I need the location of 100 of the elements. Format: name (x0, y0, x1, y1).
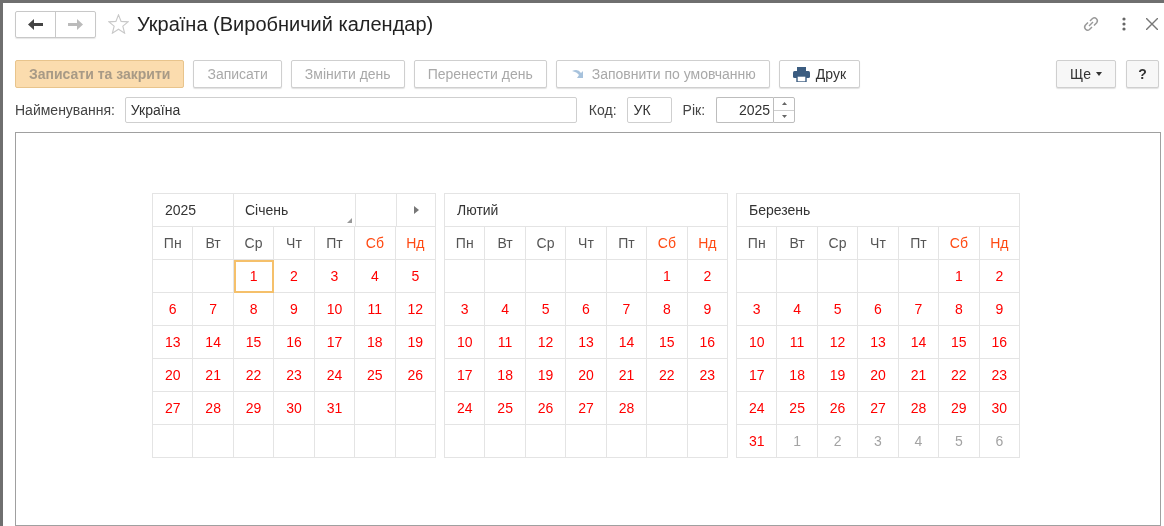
day-cell[interactable]: 13 (566, 326, 607, 359)
day-cell[interactable]: 22 (233, 359, 275, 392)
day-cell[interactable]: 4 (898, 425, 940, 458)
day-cell[interactable]: 28 (606, 392, 648, 425)
day-cell[interactable]: 17 (445, 359, 486, 392)
day-cell[interactable]: 8 (939, 293, 980, 326)
year-field[interactable]: 2025 (716, 97, 774, 123)
day-cell[interactable]: 27 (153, 392, 194, 425)
day-cell[interactable]: 10 (445, 326, 486, 359)
day-cell[interactable]: 4 (485, 293, 526, 326)
day-cell[interactable]: 7 (193, 293, 234, 326)
day-cell[interactable]: 7 (606, 293, 648, 326)
day-cell[interactable]: 9 (979, 293, 1020, 326)
close-icon[interactable] (1146, 18, 1158, 30)
day-cell[interactable]: 27 (566, 392, 607, 425)
name-field[interactable]: Україна (124, 97, 577, 123)
day-cell[interactable]: 3 (314, 260, 356, 293)
day-cell[interactable]: 29 (233, 392, 275, 425)
day-cell[interactable]: 13 (858, 326, 899, 359)
day-cell[interactable]: 28 (898, 392, 940, 425)
day-cell[interactable]: 15 (939, 326, 980, 359)
day-cell[interactable]: 3 (737, 293, 778, 326)
day-cell[interactable]: 9 (687, 293, 728, 326)
day-cell[interactable]: 18 (355, 326, 396, 359)
day-cell[interactable]: 30 (979, 392, 1020, 425)
day-cell[interactable]: 31 (314, 392, 356, 425)
day-cell[interactable]: 20 (566, 359, 607, 392)
day-cell[interactable]: 25 (355, 359, 396, 392)
month-select[interactable]: Січень (234, 194, 356, 227)
day-cell[interactable]: 1 (233, 260, 275, 293)
day-cell[interactable]: 30 (274, 392, 315, 425)
day-cell[interactable]: 12 (817, 326, 859, 359)
spin-down-icon[interactable] (781, 114, 787, 118)
day-cell[interactable]: 12 (525, 326, 567, 359)
day-cell[interactable]: 11 (355, 293, 396, 326)
day-cell[interactable]: 25 (485, 392, 526, 425)
day-cell[interactable]: 3 (858, 425, 899, 458)
day-cell[interactable]: 14 (193, 326, 234, 359)
day-cell[interactable]: 17 (314, 326, 356, 359)
day-cell[interactable]: 18 (777, 359, 818, 392)
day-cell[interactable]: 14 (898, 326, 940, 359)
toolbar-button[interactable]: Друк (778, 60, 861, 88)
year-cell[interactable]: 2025 (153, 194, 234, 227)
star-icon[interactable] (108, 14, 129, 34)
day-cell[interactable]: 6 (153, 293, 194, 326)
day-cell[interactable]: 15 (233, 326, 275, 359)
day-cell[interactable]: 7 (898, 293, 940, 326)
spin-up-icon[interactable] (781, 102, 787, 106)
day-cell[interactable]: 29 (939, 392, 980, 425)
day-cell[interactable]: 6 (979, 425, 1020, 458)
day-cell[interactable]: 9 (274, 293, 315, 326)
help-button[interactable]: ? (1126, 60, 1159, 88)
day-cell[interactable]: 25 (777, 392, 818, 425)
day-cell[interactable]: 5 (395, 260, 436, 293)
day-cell[interactable]: 1 (647, 260, 688, 293)
spin-buttons[interactable] (773, 97, 796, 123)
day-cell[interactable]: 5 (939, 425, 980, 458)
day-cell[interactable]: 4 (355, 260, 396, 293)
day-cell[interactable]: 19 (817, 359, 859, 392)
day-cell[interactable]: 22 (647, 359, 688, 392)
day-cell[interactable]: 23 (687, 359, 728, 392)
day-cell[interactable]: 1 (777, 425, 818, 458)
more-button[interactable]: Ще (1056, 60, 1116, 88)
day-cell[interactable]: 27 (858, 392, 899, 425)
day-cell[interactable]: 15 (647, 326, 688, 359)
day-cell[interactable]: 3 (445, 293, 486, 326)
day-cell[interactable]: 28 (193, 392, 234, 425)
day-cell[interactable]: 20 (153, 359, 194, 392)
day-cell[interactable]: 18 (485, 359, 526, 392)
day-cell[interactable]: 2 (274, 260, 315, 293)
day-cell[interactable]: 2 (687, 260, 728, 293)
day-cell[interactable]: 19 (395, 326, 436, 359)
day-cell[interactable]: 2 (817, 425, 859, 458)
day-cell[interactable]: 26 (395, 359, 436, 392)
day-cell[interactable]: 6 (858, 293, 899, 326)
day-cell[interactable]: 19 (525, 359, 567, 392)
day-cell[interactable]: 24 (737, 392, 778, 425)
day-cell[interactable]: 26 (525, 392, 567, 425)
day-cell[interactable]: 5 (525, 293, 567, 326)
code-field[interactable]: УК (626, 97, 672, 123)
day-cell[interactable]: 11 (777, 326, 818, 359)
day-cell[interactable]: 24 (314, 359, 356, 392)
day-cell[interactable]: 16 (274, 326, 315, 359)
day-cell[interactable]: 5 (817, 293, 859, 326)
day-cell[interactable]: 14 (606, 326, 648, 359)
day-cell[interactable]: 21 (606, 359, 648, 392)
day-cell[interactable]: 22 (939, 359, 980, 392)
day-cell[interactable]: 10 (314, 293, 356, 326)
day-cell[interactable]: 1 (939, 260, 980, 293)
day-cell[interactable]: 21 (193, 359, 234, 392)
day-cell[interactable]: 26 (817, 392, 859, 425)
day-cell[interactable]: 23 (979, 359, 1020, 392)
day-cell[interactable]: 12 (395, 293, 436, 326)
day-cell[interactable]: 21 (898, 359, 940, 392)
day-cell[interactable]: 13 (153, 326, 194, 359)
day-cell[interactable]: 16 (979, 326, 1020, 359)
day-cell[interactable]: 31 (737, 425, 778, 458)
day-cell[interactable]: 10 (737, 326, 778, 359)
day-cell[interactable]: 16 (687, 326, 728, 359)
day-cell[interactable]: 17 (737, 359, 778, 392)
